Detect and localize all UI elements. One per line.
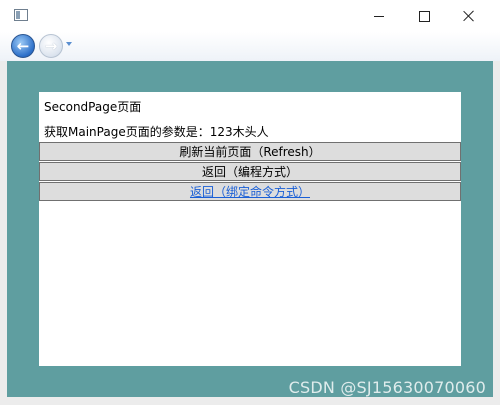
title-bar (0, 0, 500, 32)
parameter-text: 获取MainPage页面的参数是：123木头人 (44, 125, 269, 139)
window-edge-right (493, 61, 500, 397)
forward-nav-button[interactable]: → (39, 34, 63, 58)
back-nav-button[interactable]: ← (11, 34, 35, 58)
minimize-button[interactable] (356, 0, 402, 32)
arrow-right-icon: → (44, 36, 58, 55)
back-command-button[interactable]: 返回（绑定命令方式） (39, 182, 461, 201)
maximize-icon (418, 10, 430, 22)
window-edge-bottom (0, 397, 500, 405)
refresh-button[interactable]: 刷新当前页面（Refresh） (39, 142, 461, 161)
back-code-button[interactable]: 返回（编程方式） (39, 162, 461, 181)
minimize-icon (374, 15, 384, 17)
close-icon (463, 10, 475, 22)
second-page: SecondPage页面 获取MainPage页面的参数是：123木头人 刷新当… (39, 92, 461, 366)
navigation-bar: ← → (0, 32, 500, 61)
maximize-button[interactable] (401, 0, 447, 32)
app-window-icon[interactable] (14, 9, 28, 21)
window-edge-left (0, 61, 7, 397)
arrow-left-icon: ← (16, 36, 30, 55)
chevron-down-icon[interactable] (66, 42, 72, 46)
close-button[interactable] (446, 0, 492, 32)
page-title: SecondPage页面 (44, 100, 142, 114)
watermark: CSDN @SJ15630070060 (288, 378, 486, 397)
